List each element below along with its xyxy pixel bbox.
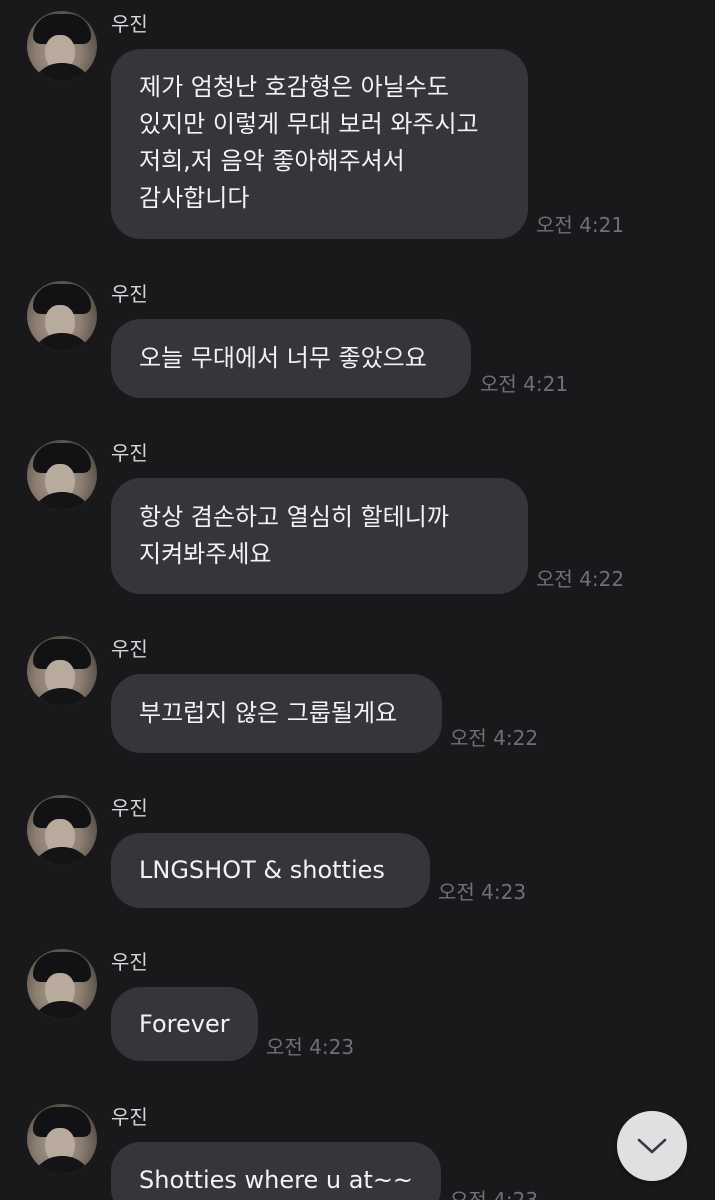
message-bubble[interactable]: Forever: [111, 987, 258, 1061]
chat-window[interactable]: 우진 제가 엄청난 호감형은 아닐수도 있지만 이렇게 무대 보러 와주시고 저…: [0, 0, 715, 1200]
message-time: 오전 4:21: [480, 372, 569, 396]
sender-avatar[interactable]: [27, 440, 97, 510]
message-time: 오전 4:22: [450, 726, 539, 750]
message-bubble[interactable]: 항상 겸손하고 열심히 할테니까 지켜봐주세요: [111, 478, 528, 594]
message-bubble[interactable]: LNGSHOT & shotties: [111, 833, 430, 908]
sender-name: 우진: [111, 1105, 148, 1129]
sender-name: 우진: [111, 637, 148, 661]
message-time: 오전 4:22: [536, 567, 625, 591]
message-bubble[interactable]: 부끄럽지 않은 그룹될게요: [111, 674, 442, 753]
sender-name: 우진: [111, 12, 148, 36]
message-time: 오전 4:23: [438, 880, 527, 904]
message-time: 오전 4:21: [536, 213, 625, 237]
sender-name: 우진: [111, 950, 148, 974]
message-bubble[interactable]: Shotties where u at~~: [111, 1142, 441, 1200]
sender-name: 우진: [111, 796, 148, 820]
message-bubble[interactable]: 제가 엄청난 호감형은 아닐수도 있지만 이렇게 무대 보러 와주시고 저희,저…: [111, 49, 528, 239]
message-time: 오전 4:23: [450, 1188, 539, 1200]
sender-name: 우진: [111, 441, 148, 465]
message-bubble[interactable]: 오늘 무대에서 너무 좋았으요: [111, 319, 471, 398]
sender-avatar[interactable]: [27, 11, 97, 81]
sender-avatar[interactable]: [27, 1104, 97, 1174]
sender-name: 우진: [111, 282, 148, 306]
scroll-to-bottom-button[interactable]: [617, 1111, 687, 1181]
message-time: 오전 4:23: [266, 1035, 355, 1059]
sender-avatar[interactable]: [27, 795, 97, 865]
sender-avatar[interactable]: [27, 636, 97, 706]
chevron-down-icon: [637, 1138, 667, 1154]
sender-avatar[interactable]: [27, 949, 97, 1019]
sender-avatar[interactable]: [27, 281, 97, 351]
